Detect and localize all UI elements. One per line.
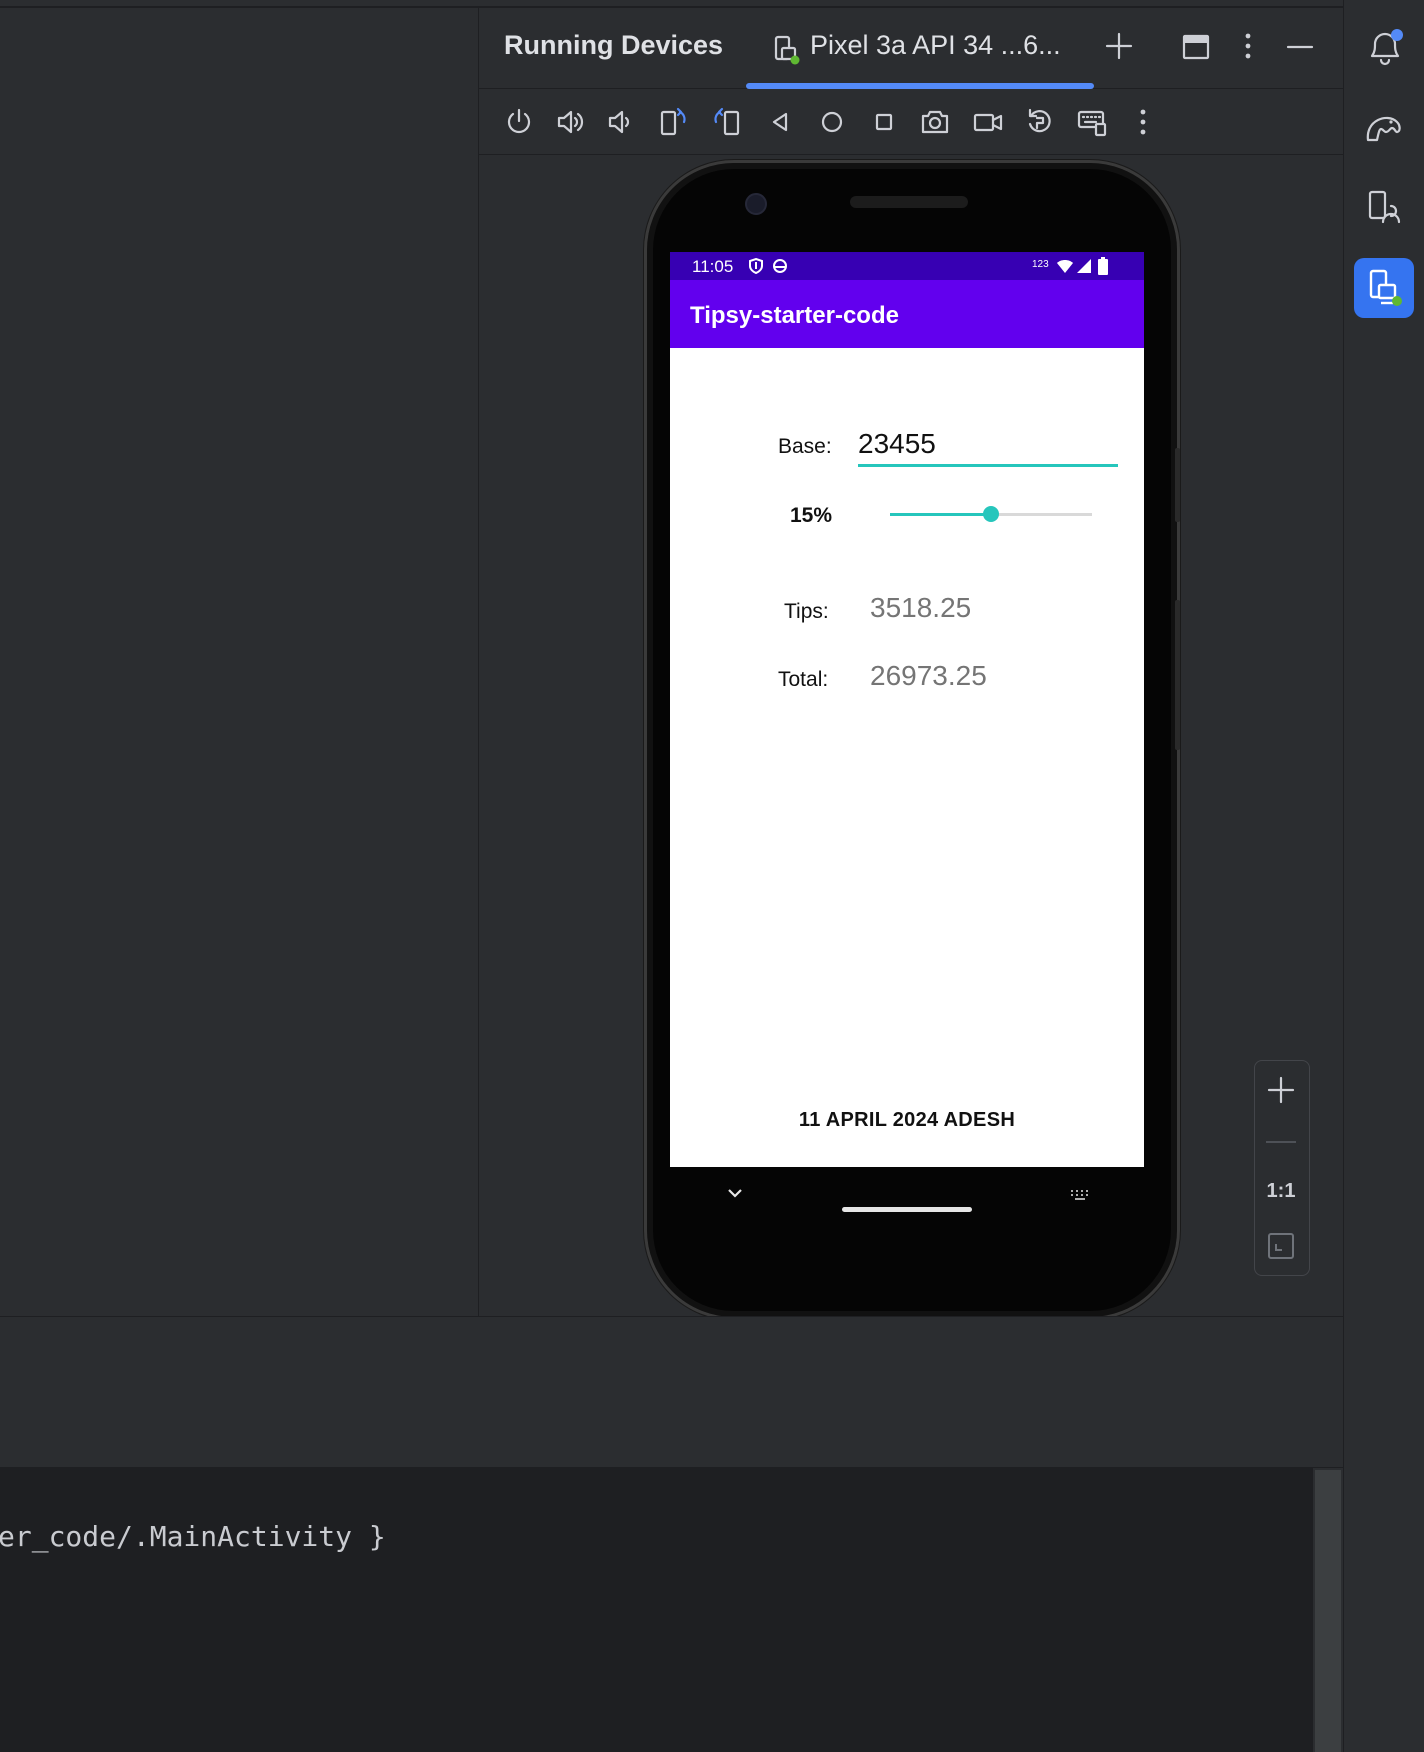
status-bar: 11:05 123 (670, 252, 1144, 280)
tips-value: 3518.25 (870, 592, 972, 623)
power-icon[interactable] (503, 106, 535, 138)
console-output[interactable] (0, 1468, 1313, 1752)
device-tab-label: Pixel 3a API 34 ...6... (810, 30, 1061, 60)
volume-up-icon[interactable] (555, 106, 587, 138)
screen-record-icon[interactable] (972, 106, 1004, 138)
zoom-out-icon[interactable] (1266, 1141, 1296, 1143)
gradle-elephant-icon (1364, 110, 1404, 146)
total-label: Total: (778, 668, 829, 691)
add-device-icon[interactable] (1103, 30, 1135, 62)
tips-label: Tips: (784, 600, 829, 623)
panel-options-icon[interactable] (1232, 30, 1264, 62)
tab-selected-indicator (746, 83, 1094, 89)
device-screen[interactable]: 11:05 123 Tipsy-starter-code Base: 15% T… (670, 252, 1144, 1167)
app-title: Tipsy-starter-code (690, 302, 899, 329)
panel-title: Running Devices (504, 30, 724, 60)
console-scrollbar-thumb[interactable] (1315, 1470, 1341, 1752)
device-manager-icon (1366, 188, 1404, 228)
keyboard-icon[interactable] (1076, 106, 1108, 138)
zoom-actual-size-button[interactable]: 1:1 (1254, 1180, 1308, 1203)
device-tab-icon (770, 34, 802, 66)
shield-icon (748, 258, 764, 274)
status-number-indicator: 123 (1032, 259, 1049, 270)
editor-pane (0, 8, 479, 1316)
running-devices-icon (1366, 268, 1404, 308)
rotate-left-icon[interactable] (658, 106, 690, 138)
notifications-icon (1366, 28, 1404, 68)
zoom-in-icon[interactable] (1265, 1074, 1297, 1106)
phone-side-button-volume (1175, 600, 1180, 750)
more-icon[interactable] (1127, 106, 1159, 138)
bottom-tool-bar (0, 1316, 1343, 1400)
console-line: er_code/.MainActivity } (0, 1520, 386, 1553)
device-manager-button[interactable] (1354, 178, 1414, 238)
gradle-button[interactable] (1354, 98, 1414, 158)
home-icon[interactable] (816, 106, 848, 138)
base-amount-input[interactable] (858, 424, 1118, 467)
wifi-icon (1056, 258, 1074, 274)
phone-side-button-top (1175, 448, 1180, 522)
window-layout-icon[interactable] (1180, 32, 1212, 64)
front-camera (745, 193, 767, 215)
tip-slider-fill (890, 513, 991, 516)
footer-text: 11 APRIL 2024 ADESH (798, 1109, 1016, 1131)
notifications-button[interactable] (1354, 18, 1414, 78)
overview-icon[interactable] (868, 106, 900, 138)
screenshot-icon[interactable] (919, 106, 951, 138)
back-icon[interactable] (764, 106, 796, 138)
keyboard-switch-icon[interactable] (1069, 1188, 1091, 1202)
status-circle-icon (772, 258, 788, 274)
status-time: 11:05 (692, 257, 734, 276)
console-toolbar (0, 1399, 1343, 1468)
reset-icon[interactable] (1024, 106, 1056, 138)
total-value: 26973.25 (870, 660, 987, 691)
rotate-right-icon[interactable] (710, 106, 742, 138)
volume-down-icon[interactable] (605, 106, 637, 138)
home-gesture-pill[interactable] (842, 1207, 972, 1212)
earpiece-speaker (850, 196, 968, 208)
battery-icon (1098, 257, 1108, 275)
tip-slider-thumb[interactable] (983, 506, 999, 522)
tip-percent-label: 15% (790, 504, 833, 527)
minimize-panel-icon[interactable] (1284, 30, 1316, 62)
signal-icon (1076, 258, 1092, 274)
base-label: Base: (778, 435, 832, 458)
hide-keyboard-chevron-icon[interactable] (726, 1186, 744, 1200)
running-devices-button[interactable] (1354, 258, 1414, 318)
zoom-fit-icon[interactable] (1267, 1232, 1295, 1260)
